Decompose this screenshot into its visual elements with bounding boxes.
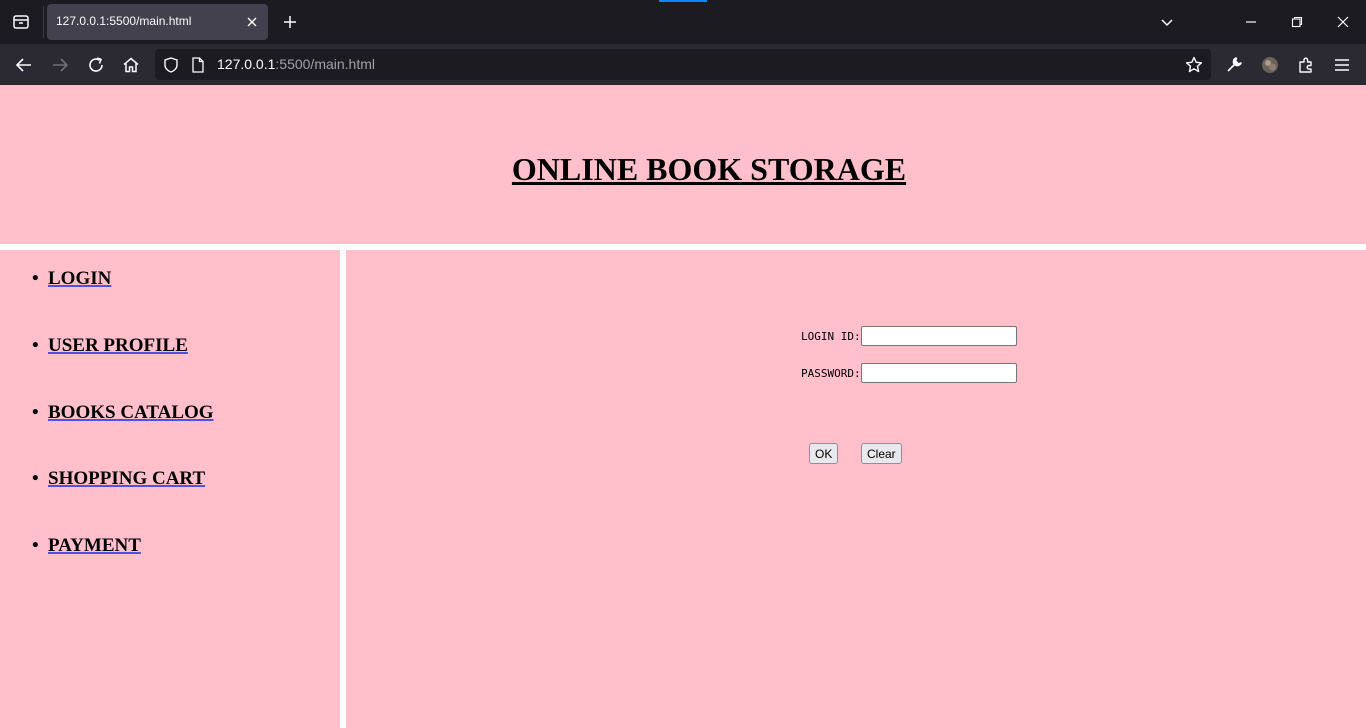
books-catalog-link[interactable]: BOOKS CATALOG <box>48 402 214 423</box>
bullet: • <box>32 335 39 356</box>
bookmark-star-icon[interactable] <box>1184 55 1204 75</box>
active-tab[interactable]: 127.0.0.1:5500/main.html <box>47 4 268 40</box>
forward-arrow-icon[interactable] <box>47 52 73 78</box>
address-bar[interactable]: 127.0.0.1:5500/main.html <box>155 49 1211 80</box>
password-input[interactable] <box>860 363 1017 383</box>
url-path: :5500/main.html <box>275 56 375 72</box>
drag-space-indicator <box>659 0 707 2</box>
payment-link[interactable]: PAYMENT <box>48 535 141 556</box>
bullet: • <box>32 535 39 556</box>
restore-icon[interactable] <box>1285 10 1309 34</box>
content-frame: LOGIN ID: PASSWORD: OK Clear <box>346 250 1366 728</box>
wrench-icon[interactable] <box>1221 52 1247 78</box>
menu-item-payment: • PAYMENT <box>32 535 141 561</box>
list-all-tabs-icon[interactable] <box>8 9 34 35</box>
reload-icon[interactable] <box>83 52 109 78</box>
account-avatar-icon[interactable] <box>1257 52 1283 78</box>
password-row: PASSWORD: <box>801 362 1017 384</box>
header-frame: ONLINE BOOK STORAGE <box>0 85 1366 244</box>
extensions-icon[interactable] <box>1293 52 1319 78</box>
chevron-down-icon[interactable] <box>1155 10 1179 34</box>
bullet: • <box>32 402 39 423</box>
navigation-toolbar: 127.0.0.1:5500/main.html <box>0 44 1366 85</box>
bullet: • <box>32 268 39 289</box>
menu-item-login: • LOGIN <box>32 268 111 294</box>
login-link[interactable]: LOGIN <box>48 268 111 289</box>
minimize-icon[interactable] <box>1239 10 1263 34</box>
shield-icon[interactable] <box>161 55 181 75</box>
menu-item-books-catalog: • BOOKS CATALOG <box>32 402 214 428</box>
close-tab-icon[interactable] <box>242 12 262 32</box>
page-icon[interactable] <box>188 55 208 75</box>
tab-strip: 127.0.0.1:5500/main.html <box>0 0 1366 44</box>
url-text[interactable]: 127.0.0.1:5500/main.html <box>217 56 375 72</box>
url-host: 127.0.0.1 <box>217 56 276 72</box>
page-title: ONLINE BOOK STORAGE <box>511 151 907 187</box>
ok-button[interactable]: OK <box>809 443 839 464</box>
close-window-icon[interactable] <box>1331 10 1355 34</box>
menu-frame: • LOGIN • USER PROFILE • BOOKS CATALOG • SHO… <box>0 250 340 728</box>
menu-item-shopping-cart: • SHOPPING CART <box>32 468 205 494</box>
new-tab-icon[interactable] <box>279 11 301 33</box>
back-arrow-icon[interactable] <box>11 52 37 78</box>
login-id-input[interactable] <box>860 326 1017 346</box>
hamburger-menu-icon[interactable] <box>1329 52 1355 78</box>
login-id-label: LOGIN ID: <box>801 329 861 343</box>
menu-item-user-profile: • USER PROFILE <box>32 335 188 361</box>
home-icon[interactable] <box>118 52 144 78</box>
clear-button[interactable]: Clear <box>861 443 902 464</box>
tab-title: 127.0.0.1:5500/main.html <box>56 14 192 28</box>
password-label: PASSWORD: <box>801 366 861 380</box>
user-profile-link[interactable]: USER PROFILE <box>48 335 188 356</box>
login-id-row: LOGIN ID: <box>801 325 1017 347</box>
bullet: • <box>32 468 39 489</box>
shopping-cart-link[interactable]: SHOPPING CART <box>48 468 205 489</box>
tab-separator <box>43 6 44 38</box>
